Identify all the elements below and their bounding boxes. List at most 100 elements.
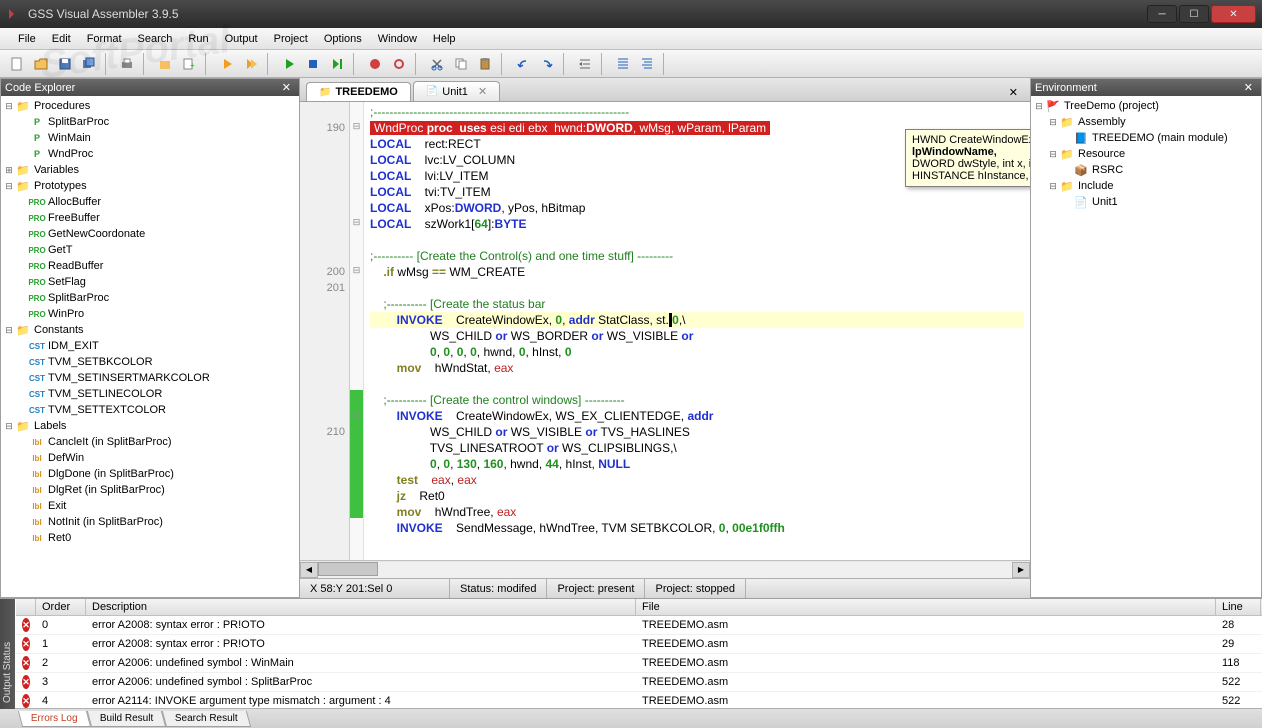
environment-tree: ⊟🚩TreeDemo (project)⊟📁Assembly📘TREEDEMO … <box>1033 98 1259 210</box>
tree-group[interactable]: ⊟📁Procedures <box>3 98 297 114</box>
save-all-button[interactable] <box>78 53 100 75</box>
window-title: GSS Visual Assembler 3.9.5 <box>28 7 1147 21</box>
format-button[interactable] <box>636 53 658 75</box>
tree-group[interactable]: ⊟📁Constants <box>3 322 297 338</box>
add-file-button[interactable]: + <box>178 53 200 75</box>
tree-item[interactable]: PSplitBarProc <box>3 114 297 130</box>
tree-item[interactable]: PROGetT <box>3 242 297 258</box>
tree-item[interactable]: PROGetNewCoordonate <box>3 226 297 242</box>
project-button[interactable] <box>154 53 176 75</box>
menu-options[interactable]: Options <box>316 31 370 47</box>
code-editor[interactable]: 190200201210 ⊟⊟⊟⊟ ;---------------------… <box>300 102 1030 560</box>
undo-button[interactable] <box>512 53 534 75</box>
env-tree-item[interactable]: ⊟📁Include <box>1033 178 1259 194</box>
tree-item[interactable]: PROReadBuffer <box>3 258 297 274</box>
debug-button[interactable] <box>364 53 386 75</box>
tab-search-result[interactable]: Search Result <box>162 711 251 727</box>
env-tree-item[interactable]: ⊟🚩TreeDemo (project) <box>1033 98 1259 114</box>
menu-edit[interactable]: Edit <box>44 31 79 47</box>
stop-button[interactable] <box>302 53 324 75</box>
tree-group[interactable]: ⊟📁Labels <box>3 418 297 434</box>
tree-group[interactable]: ⊞📁Variables <box>3 162 297 178</box>
breakpoint-button[interactable] <box>388 53 410 75</box>
error-row[interactable]: ✕1error A2008: syntax error : PR!OTOTREE… <box>16 635 1262 654</box>
scroll-right-button[interactable]: ▶ <box>1012 562 1030 578</box>
tab-build-result[interactable]: Build Result <box>87 711 167 727</box>
env-tree-item[interactable]: 📄Unit1 <box>1033 194 1259 210</box>
menu-window[interactable]: Window <box>370 31 425 47</box>
scroll-left-button[interactable]: ◀ <box>300 562 318 578</box>
folder-icon: 📁 <box>319 87 331 98</box>
print-button[interactable] <box>116 53 138 75</box>
tree-item[interactable]: PROSplitBarProc <box>3 290 297 306</box>
tree-item[interactable]: CSTIDM_EXIT <box>3 338 297 354</box>
env-tree-item[interactable]: ⊟📁Assembly <box>1033 114 1259 130</box>
hscroll-thumb[interactable] <box>318 562 378 576</box>
error-row[interactable]: ✕3error A2006: undefined symbol : SplitB… <box>16 673 1262 692</box>
redo-button[interactable] <box>536 53 558 75</box>
tree-item[interactable]: CSTTVM_SETINSERTMARKCOLOR <box>3 370 297 386</box>
indent-button[interactable] <box>574 53 596 75</box>
env-tree-item[interactable]: ⊟📁Resource <box>1033 146 1259 162</box>
copy-button[interactable] <box>450 53 472 75</box>
output-panel: Output Status Order Description File Lin… <box>0 598 1262 728</box>
tree-group[interactable]: ⊟📁Prototypes <box>3 178 297 194</box>
tree-item[interactable]: PWndProc <box>3 146 297 162</box>
tree-item[interactable]: CSTTVM_SETLINECOLOR <box>3 386 297 402</box>
tab-treedemo[interactable]: 📁 TREEDEMO <box>306 82 411 101</box>
tree-item[interactable]: PROAllocBuffer <box>3 194 297 210</box>
errors-header: Order Description File Line <box>16 599 1262 616</box>
editor-hscrollbar[interactable]: ◀ ▶ <box>300 560 1030 578</box>
save-button[interactable] <box>54 53 76 75</box>
menu-format[interactable]: Format <box>79 31 130 47</box>
tab-unit1[interactable]: 📄 Unit1 ✕ <box>413 81 500 101</box>
run-button[interactable] <box>278 53 300 75</box>
param-tooltip: HWND CreateWindowEx : DWORD dwExStyle, L… <box>905 129 1030 187</box>
build-button[interactable] <box>216 53 238 75</box>
output-status-label: Output Status <box>0 599 15 709</box>
environment-close-icon[interactable]: ✕ <box>1240 81 1257 94</box>
step-button[interactable] <box>326 53 348 75</box>
close-button[interactable]: ✕ <box>1211 5 1256 23</box>
menu-help[interactable]: Help <box>425 31 464 47</box>
tree-item[interactable]: lblRet0 <box>3 530 297 546</box>
tree-item[interactable]: lblDlgDone (in SplitBarProc) <box>3 466 297 482</box>
env-tree-item[interactable]: 📦RSRC <box>1033 162 1259 178</box>
menu-project[interactable]: Project <box>266 31 316 47</box>
build-all-button[interactable] <box>240 53 262 75</box>
tree-item[interactable]: lblExit <box>3 498 297 514</box>
cut-button[interactable] <box>426 53 448 75</box>
tree-item[interactable]: lblDlgRet (in SplitBarProc) <box>3 482 297 498</box>
code-explorer-title: Code Explorer ✕ <box>1 79 299 96</box>
error-icon: ✕ <box>22 694 30 708</box>
outdent-button[interactable] <box>612 53 634 75</box>
menu-file[interactable]: File <box>10 31 44 47</box>
open-button[interactable] <box>30 53 52 75</box>
tree-item[interactable]: PWinMain <box>3 130 297 146</box>
maximize-button[interactable]: ☐ <box>1179 5 1209 23</box>
tree-item[interactable]: CSTTVM_SETBKCOLOR <box>3 354 297 370</box>
menu-run[interactable]: Run <box>180 31 216 47</box>
error-row[interactable]: ✕0error A2008: syntax error : PR!OTOTREE… <box>16 616 1262 635</box>
tab-errors-log[interactable]: Errors Log <box>18 711 91 727</box>
tab-close-icon[interactable]: ✕ <box>478 85 487 98</box>
tree-item[interactable]: PROSetFlag <box>3 274 297 290</box>
paste-button[interactable] <box>474 53 496 75</box>
menu-search[interactable]: Search <box>130 31 181 47</box>
code-explorer-close-icon[interactable]: ✕ <box>278 81 295 94</box>
tree-item[interactable]: lblCancleIt (in SplitBarProc) <box>3 434 297 450</box>
tree-item[interactable]: CSTTVM_SETTEXTCOLOR <box>3 402 297 418</box>
tree-item[interactable]: PROWinPro <box>3 306 297 322</box>
tabs-close-icon[interactable]: ✕ <box>1003 84 1024 101</box>
menu-output[interactable]: Output <box>217 31 266 47</box>
tree-item[interactable]: lblNotInit (in SplitBarProc) <box>3 514 297 530</box>
error-icon: ✕ <box>22 656 30 670</box>
minimize-button[interactable]: ─ <box>1147 5 1177 23</box>
tree-item[interactable]: PROFreeBuffer <box>3 210 297 226</box>
new-button[interactable] <box>6 53 28 75</box>
editor-tabs: 📁 TREEDEMO 📄 Unit1 ✕ ✕ <box>300 78 1030 102</box>
env-tree-item[interactable]: 📘TREEDEMO (main module) <box>1033 130 1259 146</box>
error-row[interactable]: ✕4error A2114: INVOKE argument type mism… <box>16 692 1262 708</box>
tree-item[interactable]: lblDefWin <box>3 450 297 466</box>
error-row[interactable]: ✕2error A2006: undefined symbol : WinMai… <box>16 654 1262 673</box>
